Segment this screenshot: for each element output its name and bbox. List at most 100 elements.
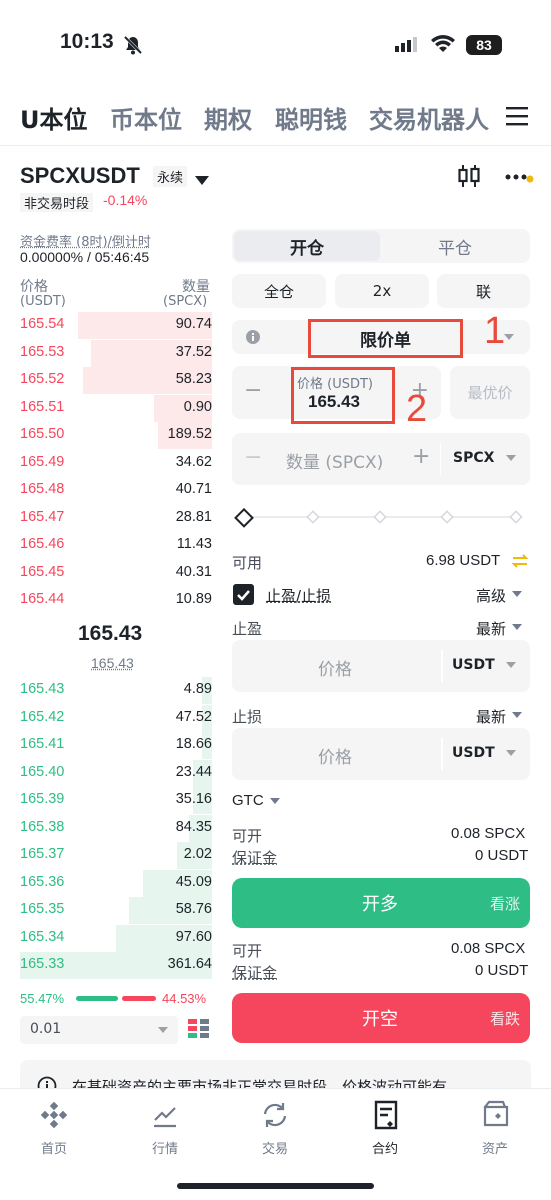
open-short-button[interactable]: 开空 看跌 <box>232 993 530 1043</box>
long-margin-label[interactable]: 保证金 <box>232 847 277 868</box>
ask-row[interactable]: 165.52 58.23 <box>20 367 212 394</box>
ask-row[interactable]: 165.54 90.74 <box>20 312 212 339</box>
long-margin-value: 0 USDT <box>475 847 529 864</box>
tp-price-input[interactable]: 价格 USDT <box>232 640 530 692</box>
ask-row[interactable]: 165.44 10.89 <box>20 587 212 614</box>
tab-trading-bots[interactable]: 交易机器人 <box>369 100 489 135</box>
tab-options[interactable]: 期权 <box>204 100 252 135</box>
sl-unit[interactable]: USDT <box>452 745 495 761</box>
open-long-button[interactable]: 开多 看涨 <box>232 878 530 928</box>
ask-quantity: 40.31 <box>175 563 212 580</box>
mark-price[interactable]: 165.43 <box>91 655 134 671</box>
quantity-slider[interactable] <box>234 505 524 529</box>
decrease-qty-button[interactable]: − <box>244 445 262 470</box>
home-indicator <box>177 1183 374 1189</box>
bid-quantity: 97.60 <box>175 928 212 945</box>
ask-quantity: 40.71 <box>175 481 212 497</box>
advanced-select[interactable]: 高级 <box>476 585 506 606</box>
ask-row[interactable]: 165.47 28.81 <box>20 505 212 532</box>
check-icon <box>237 590 250 601</box>
tab-open[interactable]: 开仓 <box>234 231 380 261</box>
order-type-value[interactable]: 限价单 <box>308 319 463 358</box>
bid-row[interactable]: 165.42 47.52 <box>20 704 212 732</box>
nav-markets[interactable]: 行情 <box>125 1138 205 1157</box>
transfer-icon[interactable] <box>511 552 529 574</box>
bid-row[interactable]: 165.37 2.02 <box>20 842 212 869</box>
nav-assets[interactable]: 资产 <box>455 1138 535 1157</box>
more-icon[interactable] <box>505 170 535 192</box>
open-short-label: 开空 <box>362 1009 398 1030</box>
bid-quantity: 4.89 <box>183 681 212 697</box>
decrease-price-button[interactable]: − <box>244 378 262 403</box>
menu-icon[interactable] <box>506 106 528 130</box>
ask-row[interactable]: 165.50 189.52 <box>20 422 212 449</box>
last-price[interactable]: 165.43 <box>78 622 142 646</box>
tab-close[interactable]: 平仓 <box>382 231 528 261</box>
precision-select[interactable]: 0.01 <box>20 1016 178 1044</box>
bid-row[interactable]: 165.33 361.64 <box>20 952 212 979</box>
ask-row[interactable]: 165.49 34.62 <box>20 450 212 477</box>
tp-trigger-select[interactable]: 最新 <box>476 618 506 639</box>
nav-futures[interactable]: 合约 <box>345 1138 425 1157</box>
tpsl-label[interactable]: 止盈/止损 <box>266 585 331 606</box>
info-icon[interactable] <box>246 330 260 344</box>
tp-unit[interactable]: USDT <box>452 657 495 673</box>
short-margin-value: 0 USDT <box>475 962 529 979</box>
price-input[interactable]: 价格 (USDT) 165.43 <box>291 367 395 424</box>
futures-icon <box>373 1100 399 1134</box>
ask-row[interactable]: 165.48 40.71 <box>20 477 212 504</box>
bid-row[interactable]: 165.43 4.89 <box>20 677 212 704</box>
funding-label[interactable]: 资金费率 (8时)/倒计时 <box>20 231 151 250</box>
quantity-unit[interactable]: SPCX <box>453 450 494 466</box>
symbol-name[interactable]: SPCXUSDT <box>20 163 140 189</box>
tab-coin-m[interactable]: 币本位 <box>110 100 182 135</box>
session-badge: 非交易时段 <box>20 193 94 212</box>
bid-price: 165.37 <box>20 846 65 862</box>
open-close-toggle: 开仓 平仓 <box>232 229 530 263</box>
bid-row[interactable]: 165.41 18.66 <box>20 732 212 759</box>
battery-icon: 83 <box>466 35 502 55</box>
leverage-button[interactable]: 2x <box>335 274 429 308</box>
ask-quantity: 58.23 <box>175 371 212 387</box>
ask-row[interactable]: 165.45 40.31 <box>20 560 212 587</box>
bid-row[interactable]: 165.39 35.16 <box>20 787 212 814</box>
increase-qty-button[interactable]: + <box>412 444 430 469</box>
tab-usdt-m[interactable]: U本位 <box>20 100 88 135</box>
bid-row[interactable]: 165.40 23.44 <box>20 759 212 787</box>
bid-quantity: 18.66 <box>175 736 212 752</box>
bid-row[interactable]: 165.38 84.35 <box>20 814 212 842</box>
ask-row[interactable]: 165.51 0.90 <box>20 394 212 422</box>
ask-quantity: 37.52 <box>175 343 212 360</box>
ask-row[interactable]: 165.53 37.52 <box>20 339 212 367</box>
precision-value: 0.01 <box>30 1021 62 1037</box>
buy-sell-ratio-bar <box>76 996 156 1001</box>
asset-mode-button[interactable]: 联 <box>437 274 530 308</box>
tpsl-checkbox[interactable] <box>233 584 254 605</box>
bid-row[interactable]: 165.36 45.09 <box>20 869 212 897</box>
quantity-input[interactable]: − 数量 (SPCX) + SPCX <box>232 433 530 485</box>
sl-price-input[interactable]: 价格 USDT <box>232 728 530 780</box>
short-can-open-value: 0.08 SPCX <box>451 940 526 957</box>
bid-row[interactable]: 165.35 58.76 <box>20 897 212 924</box>
bid-quantity: 35.16 <box>175 791 212 807</box>
orderbook-layout-icon[interactable] <box>188 1019 210 1045</box>
tab-smart-money[interactable]: 聪明钱 <box>275 100 347 135</box>
nav-home[interactable]: 首页 <box>14 1138 94 1157</box>
margin-mode-button[interactable]: 全仓 <box>232 274 326 308</box>
ask-row[interactable]: 165.46 11.43 <box>20 532 212 559</box>
bid-price: 165.43 <box>20 681 65 697</box>
time-in-force-select[interactable]: GTC <box>232 792 264 809</box>
ob-price-header: 价格 <box>20 279 48 295</box>
best-price-button[interactable]: 最优价 <box>450 366 530 419</box>
candlestick-chart-icon[interactable] <box>458 164 480 192</box>
sl-trigger-select[interactable]: 最新 <box>476 706 506 727</box>
short-margin-label[interactable]: 保证金 <box>232 962 277 983</box>
bid-price: 165.39 <box>20 791 65 807</box>
ask-price: 165.49 <box>20 453 65 470</box>
bid-row[interactable]: 165.34 97.60 <box>20 924 212 952</box>
nav-trade[interactable]: 交易 <box>235 1138 315 1157</box>
chevron-down-icon[interactable] <box>195 171 209 190</box>
wifi-icon <box>430 34 456 58</box>
caret-down-icon <box>506 662 516 668</box>
wallet-icon <box>482 1100 510 1132</box>
